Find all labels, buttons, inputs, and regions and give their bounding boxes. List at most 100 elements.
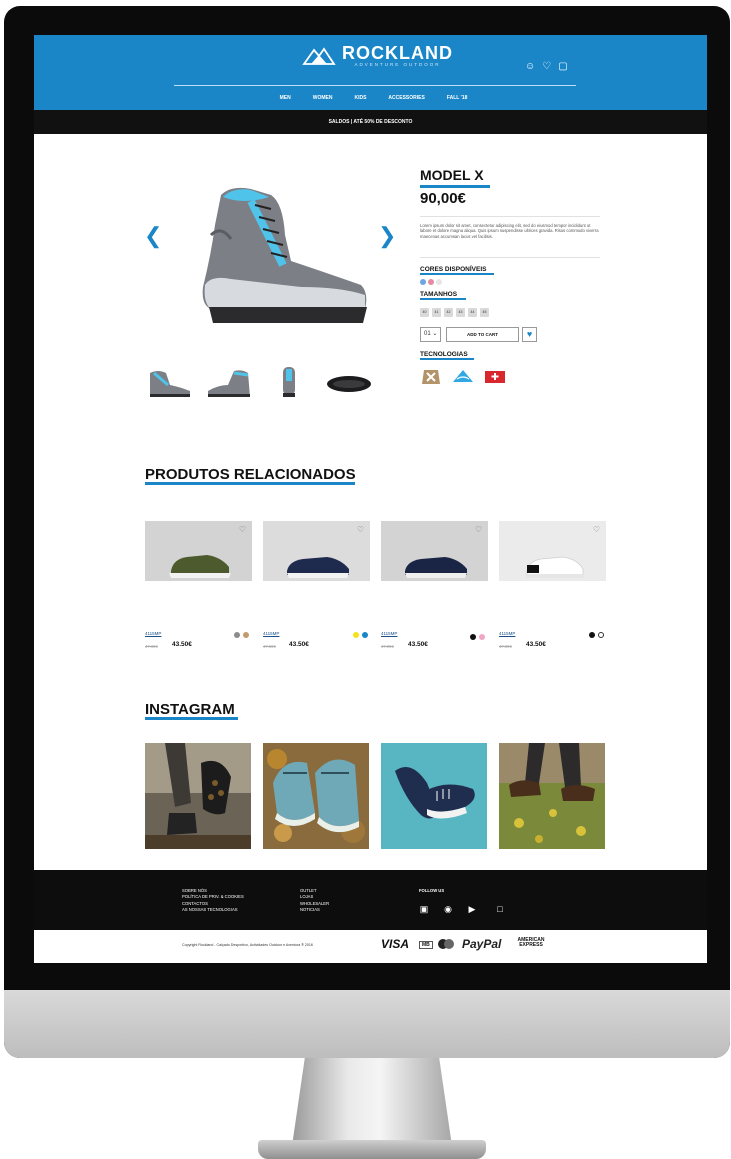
instagram-underline — [145, 717, 238, 720]
chevron-down-icon: ⌄ — [432, 331, 438, 337]
quantity-value: 01 — [424, 331, 431, 337]
color-swatch-pink[interactable] — [428, 279, 434, 285]
youtube-icon[interactable]: ▶ — [467, 904, 477, 914]
nav-men[interactable]: MEN — [280, 95, 291, 101]
color-dot[interactable] — [362, 632, 368, 638]
size-option[interactable]: 42 — [444, 308, 453, 317]
tech-badge-waterproof-icon[interactable] — [452, 368, 474, 386]
product-description: Lorem ipsum dolor sit amet, consectetur … — [420, 223, 599, 239]
thumbnail-1[interactable] — [144, 365, 194, 399]
thumbnail-strip — [144, 365, 384, 399]
color-dot[interactable] — [589, 632, 595, 638]
color-swatch-blue[interactable] — [420, 279, 426, 285]
product-card[interactable]: ♡ — [145, 521, 252, 581]
monitor-mockup: ROCKLAND ADVENTURE OUTDOOR ☺ ♡ ▢ MEN WOM… — [0, 0, 731, 1159]
tech-badge-red-icon[interactable] — [484, 368, 506, 386]
main-nav: MEN WOMEN KIDS ACCESSORIES FALL '18 — [34, 95, 707, 101]
nav-accessories[interactable]: ACCESSORIES — [388, 95, 424, 101]
user-icon[interactable]: ☺ — [525, 61, 535, 72]
card-heart-icon[interactable]: ♡ — [239, 525, 246, 534]
bag-icon[interactable]: ▢ — [558, 61, 567, 72]
card-price: 43.50€ — [408, 641, 428, 648]
nav-fall[interactable]: FALL '18 — [447, 95, 468, 101]
instagram-photo-hiker-boots[interactable] — [145, 743, 251, 849]
copyright-text: Copyright Rockland - Calçado Desportivo,… — [182, 943, 313, 947]
monitor-stand-neck — [292, 1058, 452, 1146]
visa-logo: VISA — [381, 937, 410, 951]
size-option[interactable]: 41 — [432, 308, 441, 317]
facebook-icon[interactable]: ▣ — [419, 904, 429, 914]
footer-link[interactable]: AS NOSSAS TECNOLOGIAS — [182, 907, 244, 913]
website-screen: ROCKLAND ADVENTURE OUTDOOR ☺ ♡ ▢ MEN WOM… — [34, 35, 707, 963]
thumbnail-4[interactable] — [324, 365, 374, 399]
desc-bottom-divider — [420, 257, 600, 258]
instagram-icon[interactable]: ◉ — [443, 904, 453, 914]
card-price: 43.50€ — [289, 641, 309, 648]
card-old-price: 47.00€ — [381, 644, 394, 649]
nav-women[interactable]: WOMEN — [313, 95, 333, 101]
wishlist-heart-icon[interactable]: ♥ — [522, 327, 537, 342]
paypal-logo: PayPal — [462, 937, 501, 951]
promo-bar[interactable]: SALDOS | ATÉ 50% DE DESCONTO — [34, 110, 707, 134]
thumbnail-3[interactable] — [264, 365, 314, 399]
mountain-logo-icon — [302, 47, 336, 65]
title-underline — [420, 185, 490, 188]
card-product-name[interactable]: 4115MP — [145, 631, 161, 636]
instagram-photo-teal-sneakers[interactable] — [263, 743, 369, 849]
mastercard-logo — [438, 939, 454, 949]
product-card[interactable]: ♡ — [499, 521, 606, 581]
card-heart-icon[interactable]: ♡ — [593, 525, 600, 534]
color-dot[interactable] — [470, 634, 476, 640]
nav-kids[interactable]: KIDS — [354, 95, 366, 101]
instagram-photo-feet-meadow[interactable] — [499, 743, 605, 849]
brand-name: ROCKLAND — [342, 43, 453, 63]
footer-link[interactable]: NOTICIAS — [300, 907, 329, 913]
card-price: 43.50€ — [172, 641, 192, 648]
card-old-price: 47.00€ — [499, 644, 512, 649]
quantity-select[interactable]: 01 ⌄ — [420, 327, 441, 342]
gallery-prev-arrow-icon[interactable]: ❮ — [144, 223, 162, 249]
heart-icon[interactable]: ♡ — [542, 61, 551, 72]
color-dot[interactable] — [598, 632, 604, 638]
site-footer: SOBRE NÓS POLÍTICA DE PRIV. & COOKIES CO… — [34, 870, 707, 930]
color-dot[interactable] — [234, 632, 240, 638]
card-old-price: 47.00€ — [145, 644, 158, 649]
thumbnail-2[interactable] — [204, 365, 254, 399]
sizes-title: TAMANHOS — [420, 291, 458, 298]
colors-title: CORES DISPONÍVEIS — [420, 266, 487, 273]
card-image — [381, 521, 488, 581]
card-product-name[interactable]: 4115MP — [499, 631, 515, 636]
color-dot[interactable] — [353, 632, 359, 638]
tech-badge-x-icon[interactable] — [420, 368, 442, 386]
card-old-price: 47.00€ — [263, 644, 276, 649]
amex-logo: AMERICAN EXPRESS — [517, 937, 545, 948]
color-swatch-grey[interactable] — [436, 279, 442, 285]
color-dot[interactable] — [479, 634, 485, 640]
card-heart-icon[interactable]: ♡ — [475, 525, 482, 534]
product-main-image — [202, 187, 367, 323]
footer-link[interactable]: POLÍTICA DE PRIV. & COOKIES — [182, 894, 244, 900]
color-dot[interactable] — [243, 632, 249, 638]
footer-link[interactable]: WHOLESALER — [300, 901, 329, 907]
google-plus-icon[interactable]: □ — [495, 904, 505, 914]
size-option[interactable]: 43 — [456, 308, 465, 317]
size-option[interactable]: 44 — [468, 308, 477, 317]
card-heart-icon[interactable]: ♡ — [357, 525, 364, 534]
gallery-next-arrow-icon[interactable]: ❯ — [378, 223, 396, 249]
card-product-name[interactable]: 4115MP — [381, 631, 397, 636]
related-underline — [145, 482, 355, 485]
product-price: 90,00€ — [420, 190, 466, 207]
product-card[interactable]: ♡ — [263, 521, 370, 581]
instagram-title: INSTAGRAM — [145, 701, 235, 718]
add-to-cart-button[interactable]: ADD TO CART — [446, 327, 519, 342]
size-option[interactable]: 45 — [480, 308, 489, 317]
size-option[interactable]: 40 — [420, 308, 429, 317]
instagram-photo-navy-shoes[interactable] — [381, 743, 487, 849]
related-title: PRODUTOS RELACIONADOS — [145, 466, 356, 483]
brand-logo[interactable]: ROCKLAND ADVENTURE OUTDOOR — [302, 44, 453, 68]
product-card[interactable]: ♡ — [381, 521, 488, 581]
shoe-navy-image — [287, 557, 349, 578]
footer-links-col-2: OUTLET LOJAS WHOLESALER NOTICIAS — [300, 888, 329, 913]
card-product-name[interactable]: 4115MP — [263, 631, 279, 636]
sizes-underline — [420, 298, 466, 300]
